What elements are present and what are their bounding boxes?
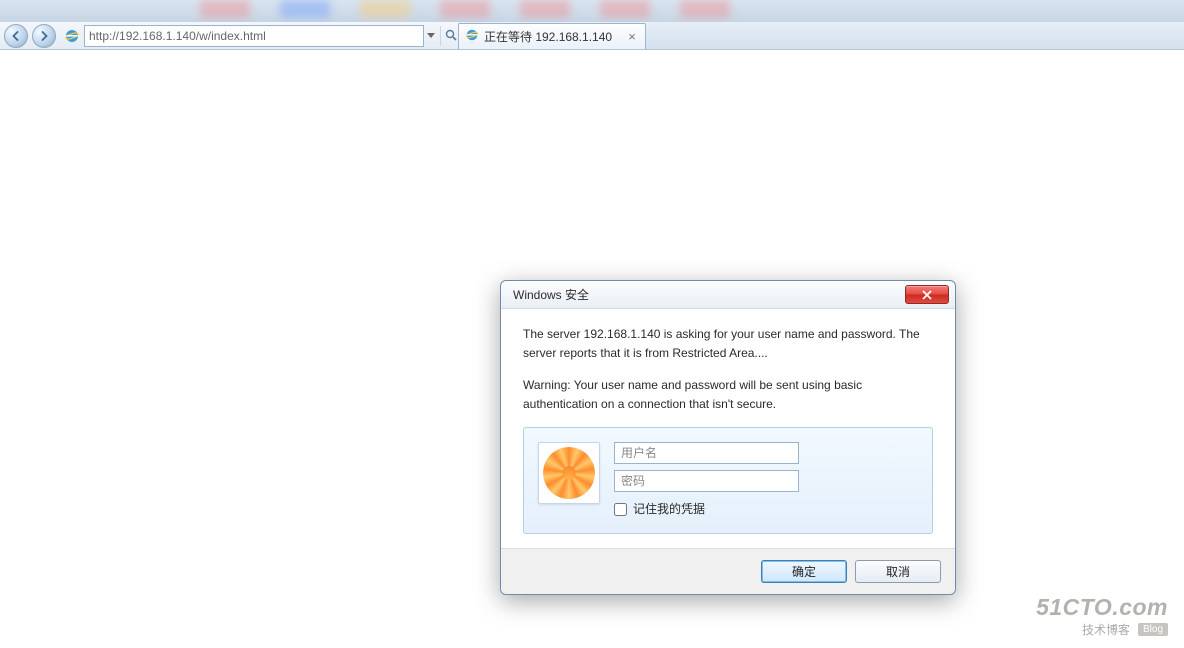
dialog-close-button[interactable] (905, 285, 949, 304)
watermark: 51CTO.com 技术博客 Blog (1036, 594, 1168, 638)
watermark-badge: Blog (1138, 623, 1168, 636)
url-text: http://192.168.1.140/w/index.html (89, 29, 419, 43)
watermark-tagline: 技术博客 (1082, 621, 1130, 638)
credentials-panel: 记住我的凭据 (523, 427, 933, 534)
back-button[interactable] (4, 24, 28, 48)
user-avatar-icon (538, 442, 600, 504)
address-dropdown-icon[interactable] (424, 26, 438, 46)
ie-icon (64, 28, 80, 44)
remember-row[interactable]: 记住我的凭据 (614, 500, 916, 519)
username-input[interactable] (614, 442, 799, 464)
dialog-titlebar[interactable]: Windows 安全 (501, 281, 955, 309)
dialog-message-2: Warning: Your user name and password wil… (523, 376, 933, 413)
tab-close-icon[interactable]: × (625, 30, 639, 44)
dialog-body: The server 192.168.1.140 is asking for y… (501, 309, 955, 548)
browser-tab[interactable]: 正在等待 192.168.1.140 × (458, 23, 646, 49)
dialog-footer: 确定 取消 (501, 548, 955, 594)
remember-checkbox[interactable] (614, 503, 627, 516)
tab-bar: 正在等待 192.168.1.140 × (458, 22, 1184, 49)
desktop-taskbar-blur (0, 0, 1184, 22)
dialog-message-1: The server 192.168.1.140 is asking for y… (523, 325, 933, 362)
auth-dialog: Windows 安全 The server 192.168.1.140 is a… (500, 280, 956, 595)
address-bar[interactable]: http://192.168.1.140/w/index.html (84, 25, 424, 47)
forward-button[interactable] (32, 24, 56, 48)
cancel-button[interactable]: 取消 (855, 560, 941, 583)
dialog-title: Windows 安全 (513, 286, 589, 303)
ok-button[interactable]: 确定 (761, 560, 847, 583)
watermark-brand: 51CTO.com (1036, 594, 1168, 621)
loading-icon (465, 28, 479, 45)
password-input[interactable] (614, 470, 799, 492)
remember-label: 记住我的凭据 (633, 500, 705, 519)
tab-title: 正在等待 192.168.1.140 (484, 28, 612, 45)
